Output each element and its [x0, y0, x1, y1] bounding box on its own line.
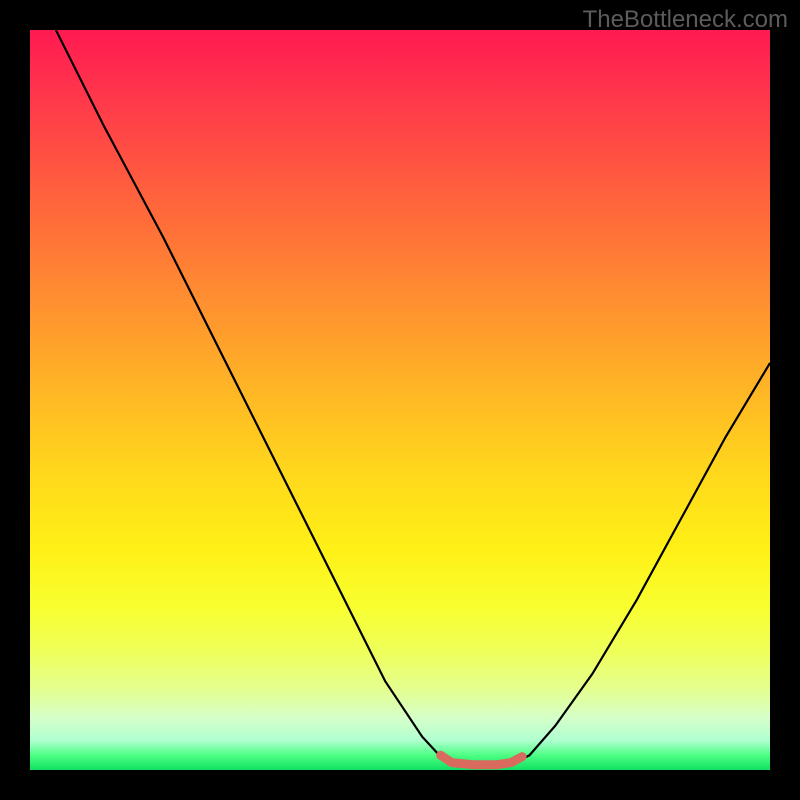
plot-area	[30, 30, 770, 770]
left-curve	[56, 30, 445, 761]
chart-frame: TheBottleneck.com	[0, 0, 800, 800]
chart-curves-svg	[30, 30, 770, 770]
watermark-text: TheBottleneck.com	[583, 6, 788, 34]
bottom-segment	[441, 755, 522, 765]
right-curve	[518, 363, 770, 761]
